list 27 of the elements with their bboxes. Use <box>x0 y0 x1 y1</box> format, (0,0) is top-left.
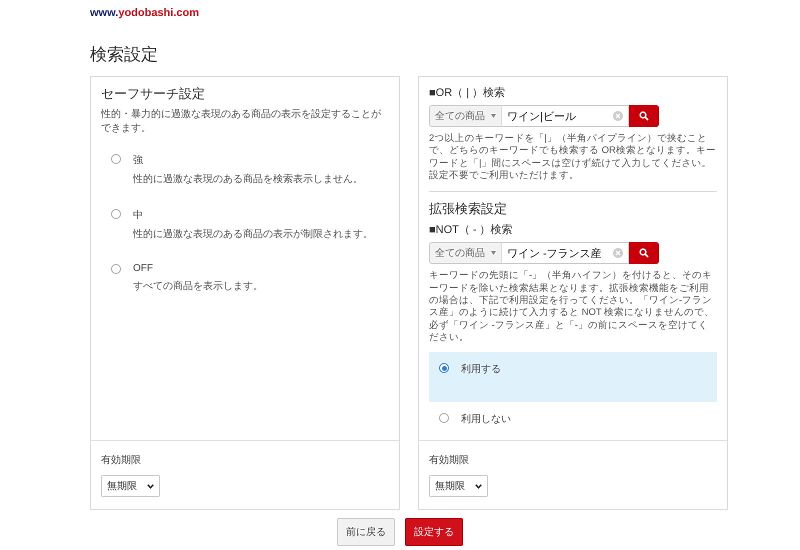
option-label: OFF <box>133 263 154 274</box>
option-description: 性的に過激な表現のある商品を検索表示しません。 <box>133 172 363 186</box>
category-dropdown[interactable]: 全ての商品 <box>429 242 501 264</box>
option-label: 中 <box>133 208 144 222</box>
site-logo[interactable]: www.yodobashi.com <box>90 7 200 19</box>
option-label: 利用しない <box>461 412 511 426</box>
submit-button[interactable]: 設定する <box>405 518 463 546</box>
expiry-label: 有効期限 <box>101 454 142 468</box>
category-dropdown[interactable]: 全ての商品 <box>429 105 501 127</box>
option-description: 性的に過激な表現のある商品の表示が制限されます。 <box>133 228 373 241</box>
option-description: すべての商品を表示します。 <box>133 280 263 293</box>
expiry-dropdown[interactable]: 無期限 <box>429 475 488 498</box>
section-description: 2つ以上のキーワードを「|」（半角パイプライン）で挟むことで、どちらのキーワードでも検索する OR検索となります。キーワードと「|」間にスペースは空けず続けて入力してください。設定不要でご利用いただけます。 <box>429 133 717 182</box>
option-label: 強 <box>133 154 144 167</box>
back-button[interactable]: 前に戻る <box>337 518 395 546</box>
section-description: 性的・暴力的に過激な表現のある商品の表示を設定することができます。 <box>101 108 382 135</box>
section-heading: 拡張検索設定 <box>429 200 508 218</box>
page-title: 検索設定 <box>90 44 159 66</box>
section-heading: セーフサーチ設定 <box>101 85 206 103</box>
expiry-dropdown[interactable]: 無期限 <box>101 475 160 498</box>
search-field[interactable]: ワイン|ビール <box>501 105 629 127</box>
expiry-label: 有効期限 <box>429 454 470 468</box>
search-field[interactable]: ワイン -フランス産 <box>501 242 629 264</box>
option-label: 利用する <box>461 362 501 376</box>
section-description: キーワードの先頭に「-」（半角ハイフン）を付けると、そのキーワードを除いた検索結果となります。拡張検索機能をご利用の場合は、下記で利用設定を行ってください。「ワイン-フランス産」のように続けて入力すると NOT 検索になりませんので、必ず「ワイン -フランス産」と「-」の前にスペースを空けてください。 <box>429 270 716 344</box>
section-heading: ■NOT（ - ）検索 <box>429 222 514 238</box>
section-heading: ■OR（ | ）検索 <box>429 86 506 100</box>
